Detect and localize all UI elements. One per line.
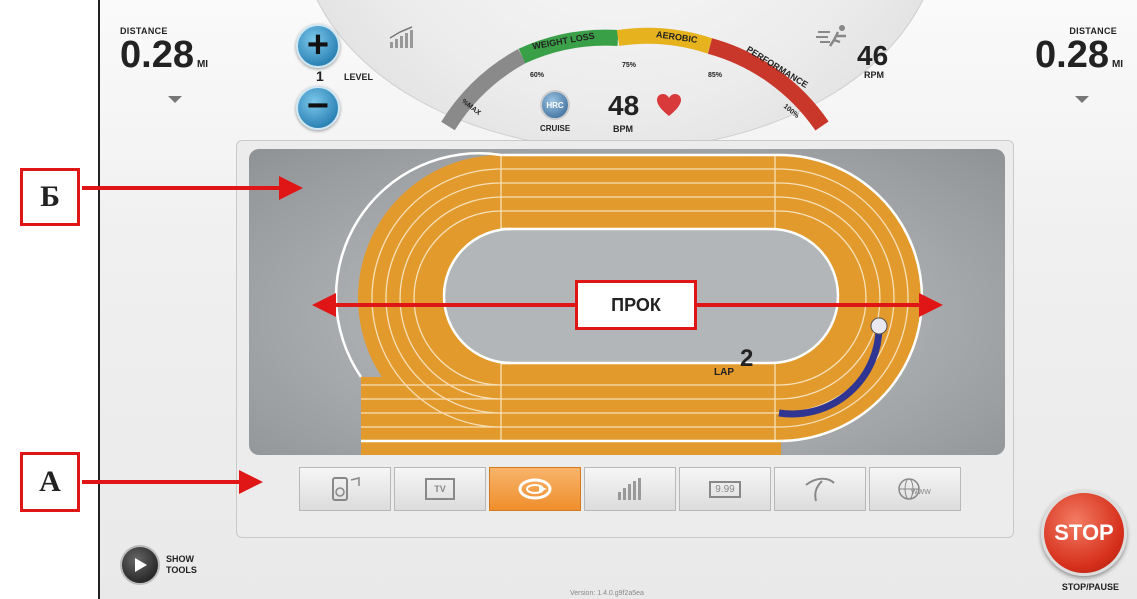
annotation-label-b: Б xyxy=(20,168,80,226)
annotation-label-prok: ПРОК xyxy=(575,280,697,330)
annotation-label-a: А xyxy=(20,452,80,512)
annotation-arrows xyxy=(82,176,943,494)
